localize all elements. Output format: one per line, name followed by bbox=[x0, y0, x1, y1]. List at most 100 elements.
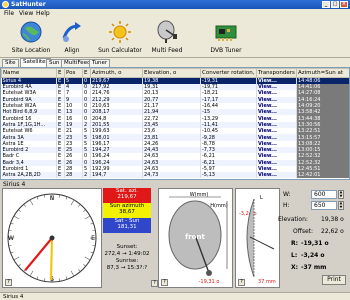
side-dimension-label: 37 mm bbox=[258, 279, 276, 285]
compass-west-label: W bbox=[8, 235, 14, 242]
side-l-label: L bbox=[260, 195, 263, 201]
l-value: -3,24 o bbox=[301, 252, 325, 259]
h-spinner[interactable]: ▲ ▼ bbox=[338, 201, 344, 210]
table-cell: E bbox=[56, 172, 65, 179]
column-header[interactable]: E bbox=[82, 68, 91, 78]
dish-front-panel: W(mm) H(mm) front -19,31 o ? bbox=[158, 188, 233, 288]
offset-label: Offset: bbox=[293, 228, 314, 235]
close-button[interactable]: × bbox=[340, 1, 348, 8]
sun-calculator-label: Sun Calculator bbox=[98, 47, 142, 54]
sat-azimuth-value: 219,67 bbox=[117, 194, 137, 200]
sunset-label: Sunset: bbox=[116, 244, 138, 250]
side-help-button[interactable]: ? bbox=[238, 279, 245, 286]
elevation-value: 19,38 o bbox=[321, 216, 344, 223]
dvb-tuner-card-icon bbox=[215, 25, 237, 41]
sat-azimuth-box: Sat. azi. 219,67 bbox=[103, 188, 151, 203]
table-cell: 12:42:01 bbox=[296, 172, 349, 179]
menu-view[interactable]: View bbox=[19, 10, 33, 17]
tab-site[interactable]: Site bbox=[2, 59, 19, 67]
compass-dial: N S W E bbox=[7, 193, 97, 283]
column-header[interactable]: Pos bbox=[64, 68, 83, 78]
minimize-button[interactable]: _ bbox=[322, 1, 330, 8]
align-label: Align bbox=[64, 47, 80, 54]
menu-help[interactable]: Help bbox=[36, 10, 50, 17]
toolbar: Site Location Align Sun Calculator Multi… bbox=[0, 18, 350, 58]
sunset-sunrise-info: Sunset: 272,4 → 1:49:02 Sunrise: 87,3 → … bbox=[103, 244, 151, 272]
sunrise-label: Sunrise: bbox=[115, 258, 139, 264]
sun-azimuth-box: Sun azimuth 38,67 bbox=[103, 203, 151, 218]
dish-front-label: front bbox=[185, 233, 205, 241]
table-row[interactable]: Astra 2A,2B,2D E 28 2 194,7 24,73 -5,13 View...… bbox=[1, 172, 349, 179]
column-header[interactable]: Converter rotation, o bbox=[200, 68, 257, 78]
selected-satellite-label: Sirius 4 bbox=[3, 181, 26, 188]
compass-panel: N S W E ? bbox=[2, 188, 102, 288]
h-label: H: bbox=[283, 202, 290, 209]
table-cell: 2 bbox=[82, 172, 91, 179]
lnb-head bbox=[206, 270, 212, 276]
sun-azimuth-value: 38,67 bbox=[119, 209, 135, 215]
sun-calculator-icon bbox=[109, 21, 131, 43]
w-label: W: bbox=[283, 191, 291, 198]
table-cell: -5,13 bbox=[200, 172, 257, 179]
dish-rotation-label: -19,31 o bbox=[199, 279, 220, 285]
w-input[interactable]: 600 bbox=[311, 190, 337, 199]
multi-feed-dish-icon bbox=[157, 20, 177, 43]
sat-sun-box: Sat - Sun 181,31 bbox=[103, 218, 151, 233]
status-text: Sirius 4 bbox=[3, 294, 24, 300]
tab-sun[interactable]: Sun bbox=[46, 59, 63, 67]
globe-icon bbox=[20, 21, 42, 43]
table-cell: 24,73 bbox=[142, 172, 201, 179]
transponders-view-link[interactable]: View... bbox=[256, 172, 297, 179]
w-spinner[interactable]: ▲ ▼ bbox=[338, 190, 344, 199]
table-cell: 28 bbox=[64, 172, 83, 179]
maximize-button[interactable]: □ bbox=[331, 1, 339, 8]
column-header[interactable]: Transponders bbox=[256, 68, 297, 78]
align-button[interactable]: Align bbox=[50, 20, 94, 56]
offset-value: 22,62 o bbox=[321, 228, 344, 235]
column-header[interactable]: Elevation, o bbox=[142, 68, 201, 78]
sun-calculator-button[interactable]: Sun Calculator bbox=[90, 20, 150, 56]
compass-center bbox=[49, 235, 55, 241]
multi-feed-label: Multi Feed bbox=[151, 47, 183, 54]
sat-sun-value: 181,31 bbox=[117, 224, 137, 230]
column-header[interactable]: Azimuth, o bbox=[90, 68, 143, 78]
window-title: SatHunter bbox=[11, 1, 46, 8]
compass-east-label: E bbox=[91, 235, 95, 242]
satellite-table[interactable]: Name E Pos E Azimuth, o Elevation, o Converter… bbox=[0, 67, 350, 180]
dish-front-diagram: W(mm) H(mm) front -19,31 o bbox=[168, 192, 228, 285]
sun-azimuth-needle bbox=[50, 237, 53, 281]
dish-height-label: H(mm) bbox=[210, 203, 227, 209]
dvb-tuner-label: DVB Tuner bbox=[210, 47, 242, 54]
column-header[interactable]: Azimuth=Sun at bbox=[296, 68, 349, 78]
menu-bar: File View Help bbox=[0, 9, 350, 18]
sunset-value: 272,4 → 1:49:02 bbox=[104, 251, 150, 257]
r-label: R: bbox=[291, 240, 299, 247]
x-label: X: bbox=[291, 264, 299, 271]
sun-help-button[interactable]: ? bbox=[151, 280, 158, 287]
align-arrow-icon bbox=[62, 22, 81, 42]
print-button[interactable]: Print bbox=[322, 275, 346, 285]
r-value: -19,31 o bbox=[301, 240, 329, 247]
l-label: L: bbox=[291, 252, 298, 259]
tab-strip: Site Satellites Sun MultiFeed Tuner bbox=[0, 58, 350, 67]
elevation-label: Elevation: bbox=[278, 216, 308, 223]
table-cell: 194,7 bbox=[90, 172, 143, 179]
compass-help-button[interactable]: ? bbox=[5, 279, 12, 286]
menu-file[interactable]: File bbox=[4, 10, 14, 17]
x-value: -37 mm bbox=[301, 264, 327, 271]
dvb-tuner-button[interactable]: DVB Tuner bbox=[202, 20, 250, 56]
column-header[interactable]: Name bbox=[1, 68, 57, 78]
dish-help-button[interactable]: ? bbox=[161, 279, 168, 286]
compass-north-label: N bbox=[50, 195, 55, 202]
table-cell: Astra 2A,2B,2D bbox=[1, 172, 57, 179]
status-bar: Sirius 4 bbox=[0, 292, 350, 300]
dish-side-diagram: L -3,24 o 37 mm bbox=[239, 195, 276, 285]
sunrise-value: 87,3 → 15:3?:? bbox=[106, 265, 148, 271]
azimuth-info: Sat. azi. 219,67 Sun azimuth 38,67 Sat -… bbox=[103, 188, 158, 288]
column-header[interactable]: E bbox=[56, 68, 65, 78]
h-input[interactable]: 650 bbox=[311, 201, 337, 210]
multi-feed-button[interactable]: Multi Feed bbox=[146, 20, 188, 56]
tab-tuner[interactable]: Tuner bbox=[89, 59, 111, 67]
dish-side-panel: L -3,24 o 37 mm ? bbox=[235, 188, 280, 288]
app-icon bbox=[2, 1, 9, 8]
